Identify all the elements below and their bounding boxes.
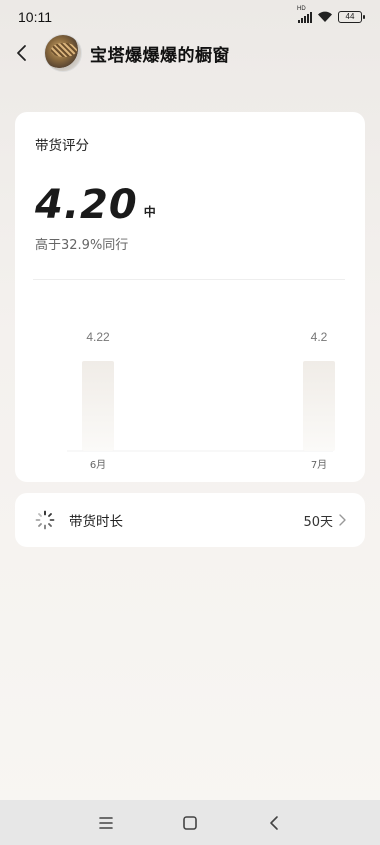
- network-type-label: HD: [297, 5, 306, 12]
- loading-spinner-icon: [35, 510, 55, 530]
- nav-menu-button[interactable]: [64, 800, 148, 845]
- chart-bar: [303, 361, 335, 451]
- header: 宝塔爆爆爆的橱窗: [0, 32, 380, 74]
- score-card: 带货评分 4.20 中 高于32.9%同行 4.22 6月 4.2 7月: [15, 112, 365, 482]
- duration-label: 带货时长: [69, 514, 123, 530]
- score-card-title: 带货评分: [35, 138, 89, 154]
- page-title: 宝塔爆爆爆的橱窗: [90, 45, 230, 66]
- chart-data-label: 4.22: [86, 330, 110, 344]
- compare-text: 高于32.9%同行: [35, 238, 129, 253]
- chart-bar: [82, 361, 114, 451]
- score-value: 4.20: [35, 182, 138, 228]
- chart-x-tick-label: 6月: [90, 459, 106, 471]
- battery-icon: 44: [338, 11, 365, 23]
- system-nav-bar: [0, 800, 380, 845]
- status-time: 10:11: [18, 9, 52, 25]
- chevron-left-icon: [17, 45, 26, 61]
- score-bar-chart: 4.22 6月 4.2 7月: [67, 330, 335, 471]
- nav-home-button[interactable]: [148, 800, 232, 845]
- score-row: 4.20 中: [35, 182, 156, 228]
- chevron-right-icon: [339, 514, 346, 526]
- signal-icon: HD: [297, 6, 312, 23]
- status-bar: 10:11 HD 44: [0, 0, 380, 34]
- duration-value: 50天: [303, 514, 333, 530]
- score-level: 中: [143, 205, 156, 219]
- back-triangle-icon: [270, 815, 278, 830]
- menu-icon: [99, 816, 113, 829]
- chart-data-label: 4.2: [311, 330, 328, 344]
- back-button[interactable]: [2, 32, 42, 74]
- nav-back-button[interactable]: [232, 800, 316, 845]
- chart-x-tick-label: 7月: [311, 459, 327, 471]
- wifi-icon: [318, 11, 332, 22]
- duration-row[interactable]: 带货时长 50天: [15, 493, 365, 547]
- avatar[interactable]: [44, 34, 82, 72]
- home-square-icon: [183, 815, 197, 830]
- status-icons: HD 44: [297, 6, 365, 23]
